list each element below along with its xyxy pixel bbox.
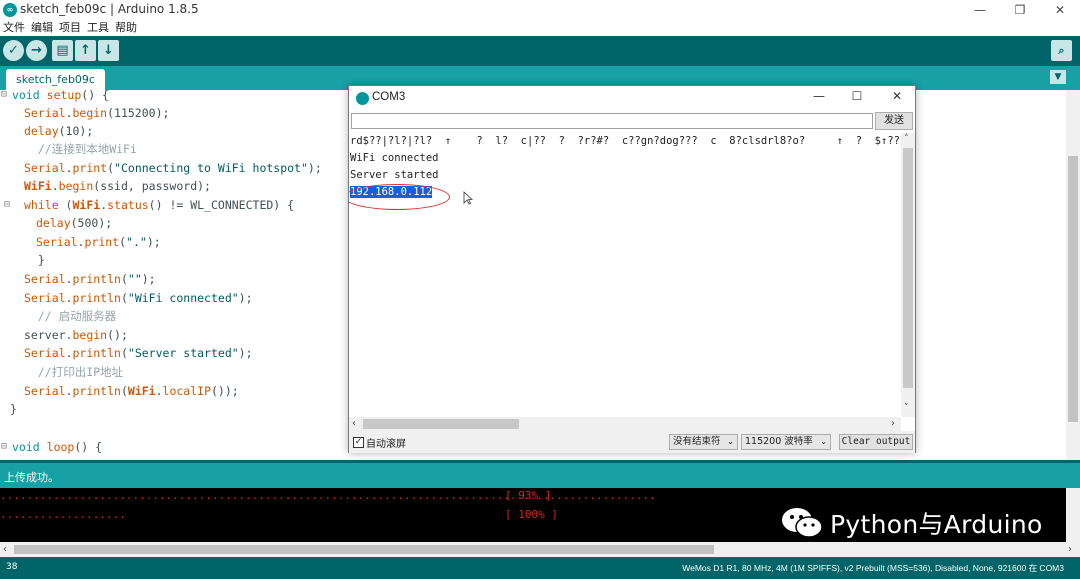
code-line: // 启动服务器	[24, 309, 117, 323]
chevron-down-icon: ⌄	[820, 437, 827, 446]
serial-close-button[interactable]: ✕	[885, 89, 909, 103]
scroll-down-icon[interactable]: ˅	[904, 403, 909, 413]
menu-edit[interactable]: 编辑	[31, 20, 53, 36]
code-line: Serial.begin(115200);	[24, 106, 170, 120]
line-number: 38	[6, 562, 18, 572]
line-ending-value: 没有结束符	[673, 436, 721, 447]
annotation-circle	[349, 184, 450, 210]
new-sketch-button[interactable]: ▤	[52, 40, 73, 61]
window-title: sketch_feb09c | Arduino 1.8.5	[20, 2, 199, 16]
code-line: Serial.println("");	[24, 272, 156, 286]
serial-footer: ✓ 自动滚屏 没有结束符 ⌄ 115200 波特率 ⌄ Clear output	[349, 431, 915, 453]
scroll-right-icon[interactable]: ›	[891, 417, 895, 431]
code-line: Serial.print(".");	[36, 235, 161, 249]
code-line: Serial.print("Connecting to WiFi hotspot…	[24, 161, 322, 175]
console-dots: ........................................…	[0, 489, 656, 502]
console-scrollbar[interactable]	[1066, 488, 1080, 542]
wechat-logo-icon	[782, 508, 823, 538]
code-line: //连接到本地WiFi	[24, 142, 137, 156]
bottom-status-bar: 38 WeMos D1 R1, 80 MHz, 4M (1M SPIFFS), …	[0, 557, 1080, 579]
code-line: ⊟ void loop() {	[1, 440, 103, 454]
code-line: Serial.println("WiFi connected");	[24, 291, 253, 305]
watermark: Python与Arduino	[780, 505, 1043, 541]
serial-hscrollbar[interactable]: ‹ ›	[349, 417, 901, 431]
menu-help[interactable]: 帮助	[115, 20, 137, 36]
serial-minimize-button[interactable]: —	[807, 89, 831, 103]
baud-rate-value: 115200 波特率	[745, 436, 813, 447]
status-message: 上传成功。	[4, 471, 59, 484]
scroll-left-icon[interactable]: ‹	[352, 417, 356, 431]
serial-output[interactable]: rd$??|?l?|?l? ↑ ? l? c|?? ? ?r?#? c??gn?…	[349, 133, 901, 417]
minimize-button[interactable]: —	[960, 0, 1000, 20]
code-line: server.begin();	[24, 328, 128, 342]
clear-output-button[interactable]: Clear output	[839, 434, 913, 450]
code-line: }	[24, 253, 45, 267]
console-dots: ...................	[0, 508, 126, 521]
line-ending-select[interactable]: 没有结束符 ⌄	[669, 434, 738, 450]
serial-monitor-title: COM3	[372, 91, 406, 103]
code-line: ⊟ while (WiFi.status() != WL_CONNECTED) {	[4, 198, 295, 212]
serial-maximize-button[interactable]: ☐	[845, 89, 869, 103]
menu-file[interactable]: 文件	[3, 20, 25, 36]
arduino-logo-icon: ∞	[3, 3, 17, 17]
code-line: Serial.println("Server started");	[24, 346, 253, 360]
tab-sketch[interactable]: sketch_feb09c	[6, 69, 105, 90]
send-input[interactable]	[351, 113, 873, 129]
menu-tools[interactable]: 工具	[87, 20, 109, 36]
board-info: WeMos D1 R1, 80 MHz, 4M (1M SPIFFS), v2 …	[682, 563, 1064, 573]
console-progress: [ 100% ]	[505, 508, 558, 521]
restore-button[interactable]: ❐	[1000, 0, 1040, 20]
save-sketch-button[interactable]: ↓	[98, 40, 119, 61]
console-hscrollbar[interactable]: ‹ ›	[0, 542, 1080, 557]
scroll-left-icon[interactable]: ‹	[3, 542, 7, 557]
autoscroll-toggle[interactable]: ✓ 自动滚屏	[353, 435, 406, 450]
serial-output-line: rd$??|?l?|?l? ↑ ? l? c|?? ? ?r?#? c??gn?…	[350, 135, 901, 147]
code-line: //打印出IP地址	[24, 365, 124, 379]
scroll-up-icon[interactable]: ˄	[904, 134, 909, 144]
serial-monitor-titlebar: COM3 — ☐ ✕	[349, 86, 915, 110]
send-button[interactable]: 发送	[875, 112, 913, 130]
menu-sketch[interactable]: 项目	[59, 20, 81, 36]
open-sketch-button[interactable]: ↑	[75, 40, 96, 61]
autoscroll-checkbox[interactable]: ✓	[353, 437, 364, 448]
upload-status-bar: 上传成功。	[0, 460, 1080, 488]
menu-bar: 文件 编辑 项目 工具 帮助	[0, 20, 1080, 36]
code-line: ⊟ void setup() {	[0, 90, 109, 104]
code-line: Serial.println(WiFi.localIP());	[24, 384, 239, 398]
upload-button[interactable]: →	[26, 40, 47, 61]
serial-monitor-button[interactable]: ⌕	[1051, 40, 1072, 61]
scroll-right-icon[interactable]: ›	[1068, 542, 1072, 557]
console-hscroll-thumb[interactable]	[14, 545, 714, 554]
arduino-logo-icon	[356, 92, 369, 105]
code-line: delay(500);	[36, 216, 113, 230]
serial-output-line: Server started	[350, 169, 439, 181]
serial-output-line: WiFi connected	[350, 152, 439, 164]
serial-vscroll-thumb[interactable]	[903, 148, 913, 388]
tab-menu-icon[interactable]: ▼	[1050, 70, 1066, 84]
toolbar: ✓ → ▤ ↑ ↓ ⌕	[0, 36, 1080, 66]
fold-icon[interactable]: ⊟	[1, 90, 11, 104]
code-line: }	[10, 402, 17, 416]
baud-rate-select[interactable]: 115200 波特率 ⌄	[741, 434, 831, 450]
console-progress: [ 93% ]	[505, 489, 552, 502]
editor-scroll-thumb[interactable]	[1068, 156, 1078, 422]
autoscroll-label: 自动滚屏	[366, 439, 406, 450]
editor-scrollbar[interactable]	[1066, 90, 1080, 460]
window-titlebar: ∞ sketch_feb09c | Arduino 1.8.5 — ❐ ✕	[0, 0, 1080, 20]
code-line: delay(10);	[24, 124, 94, 138]
mouse-cursor-icon	[463, 191, 473, 205]
serial-vscrollbar[interactable]: ˄ ˅	[901, 133, 915, 417]
serial-monitor-window: COM3 — ☐ ✕ 发送 rd$??|?l?|?l? ↑ ? l? c|?? …	[348, 85, 916, 453]
chevron-down-icon: ⌄	[727, 437, 734, 446]
verify-button[interactable]: ✓	[3, 40, 24, 61]
watermark-text: Python与Arduino	[830, 510, 1043, 539]
serial-hscroll-thumb[interactable]	[363, 419, 519, 429]
close-button[interactable]: ✕	[1040, 0, 1080, 20]
code-line: WiFi.begin(ssid, password);	[24, 179, 211, 193]
